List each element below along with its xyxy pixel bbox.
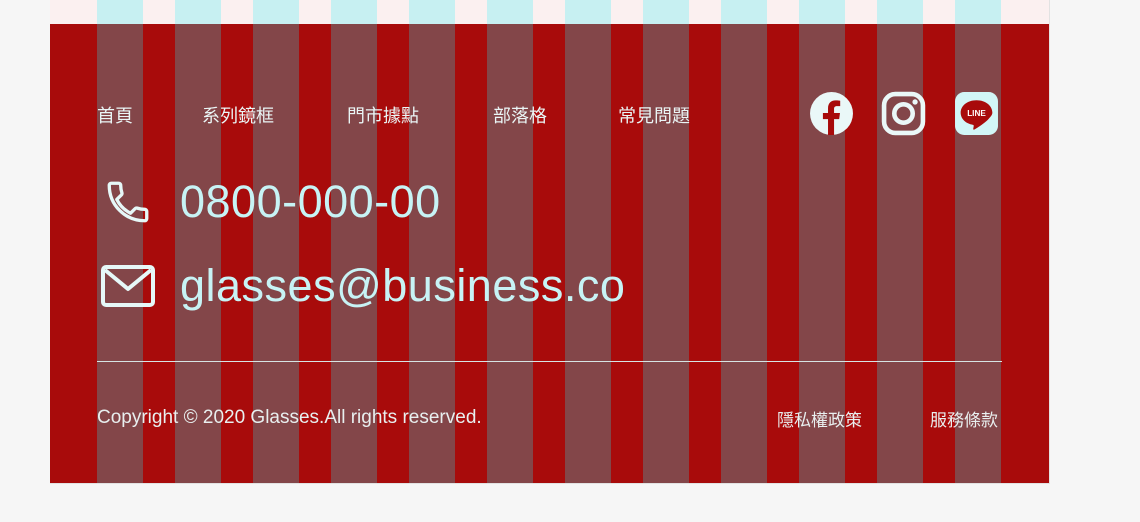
nav-item-blog[interactable]: 部落格	[493, 102, 547, 128]
page-top-section	[50, 0, 1049, 24]
terms-of-service-link[interactable]: 服務條款	[930, 406, 998, 431]
svg-text:LINE: LINE	[967, 109, 986, 118]
instagram-icon[interactable]	[881, 91, 926, 136]
phone-icon	[100, 174, 156, 230]
nav-item-home[interactable]: 首頁	[97, 102, 133, 128]
email-link[interactable]: glasses@business.co	[180, 260, 625, 312]
nav-item-faq[interactable]: 常見問題	[618, 102, 690, 128]
mail-icon	[100, 258, 156, 314]
top-grid-overlay	[50, 0, 1049, 24]
page-frame: 首頁 系列鏡框 門市據點 部落格 常見問題 LINE 0800-000-00 g…	[50, 0, 1050, 484]
phone-contact: 0800-000-00	[100, 174, 441, 230]
copyright-text: Copyright © 2020 Glasses.All rights rese…	[97, 407, 482, 428]
footer-divider	[97, 361, 1002, 362]
nav-item-stores[interactable]: 門市據點	[347, 102, 419, 128]
site-footer: 首頁 系列鏡框 門市據點 部落格 常見問題 LINE 0800-000-00 g…	[50, 24, 1049, 483]
email-contact: glasses@business.co	[100, 258, 625, 314]
privacy-policy-link[interactable]: 隱私權政策	[777, 406, 862, 431]
phone-number-link[interactable]: 0800-000-00	[180, 176, 441, 228]
footer-content: 首頁 系列鏡框 門市據點 部落格 常見問題 LINE 0800-000-00 g…	[50, 24, 1049, 483]
line-icon[interactable]: LINE	[954, 91, 999, 136]
facebook-icon[interactable]	[809, 91, 854, 136]
nav-item-frames[interactable]: 系列鏡框	[202, 102, 274, 128]
